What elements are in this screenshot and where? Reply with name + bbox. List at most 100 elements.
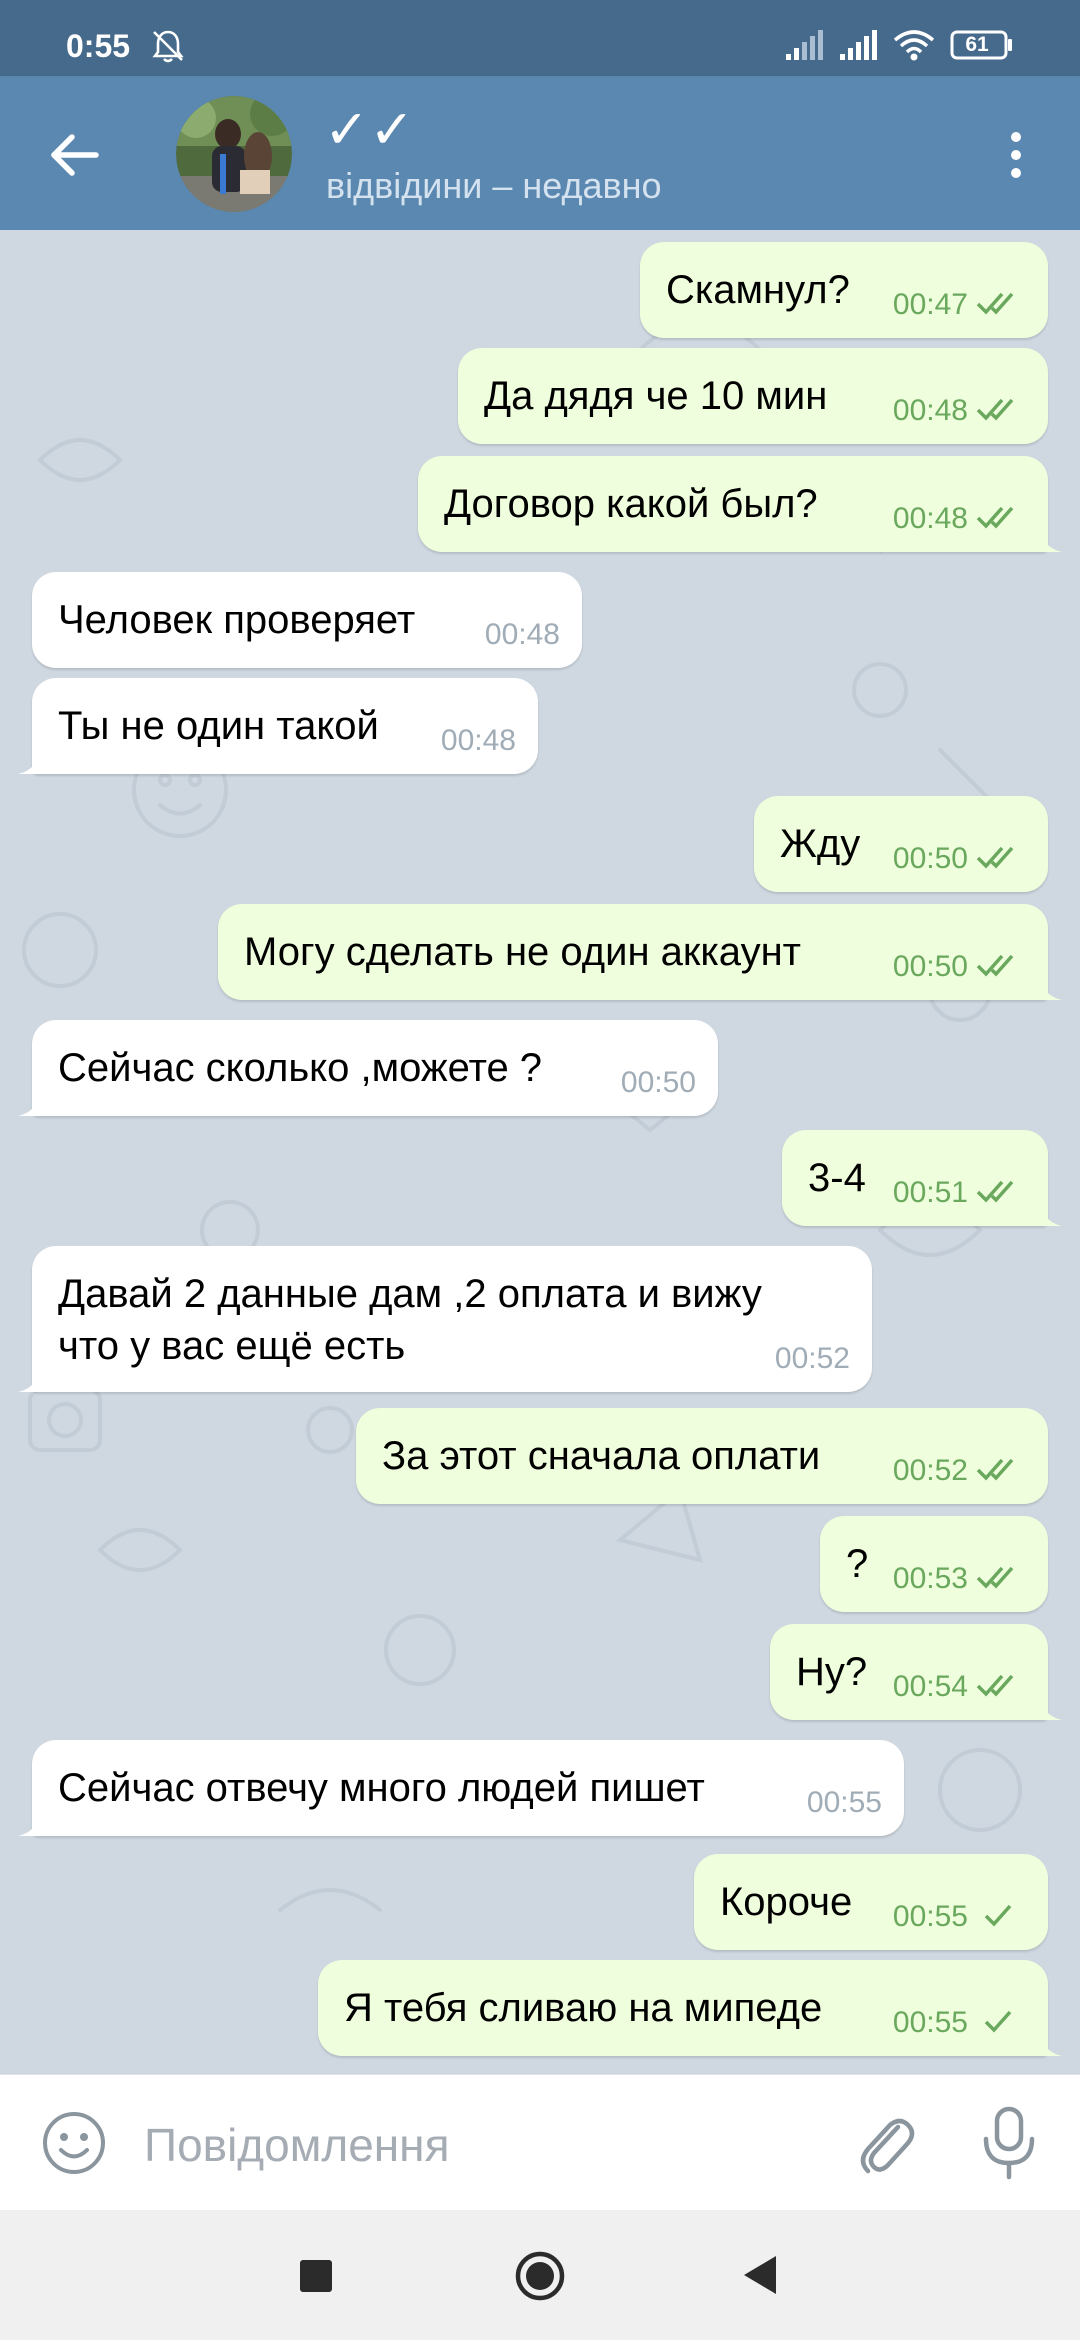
home-icon[interactable] xyxy=(514,2250,566,2302)
message-text-line-2: что у вас ещё есть xyxy=(58,1324,406,1368)
status-time: 0:55 xyxy=(66,28,131,64)
recents-icon[interactable] xyxy=(300,2260,332,2292)
message-time: 00:47 xyxy=(892,288,968,321)
double-check-icon xyxy=(976,398,1014,421)
message-meta: 00:55 xyxy=(893,1900,1026,1934)
back-arrow-icon[interactable] xyxy=(40,120,110,190)
message-time: 00:53 xyxy=(892,1562,968,1595)
double-check-icon xyxy=(976,292,1014,315)
bell-off-icon xyxy=(152,30,184,63)
message-text: Жду xyxy=(780,822,861,866)
message-time: 00:55 xyxy=(892,2006,968,2039)
bubble-tail xyxy=(18,1094,40,1116)
message-text: Сейчас сколько ,можете ? xyxy=(58,1046,543,1090)
message-time: 00:55 xyxy=(892,1900,968,1933)
battery-level: 61 xyxy=(965,33,989,56)
double-check-icon xyxy=(976,1180,1014,1203)
message-incoming[interactable]: Сейчас отвечу много людей пишет 00:55 xyxy=(18,1740,904,1836)
message-time: 00:50 xyxy=(892,842,968,875)
bubble-tail xyxy=(18,752,40,774)
message-time: 00:54 xyxy=(892,1670,968,1703)
message-incoming[interactable]: Человек проверяет 00:48 xyxy=(32,572,582,668)
message-input[interactable]: Повідомлення xyxy=(144,2119,450,2171)
message-text: Договор какой был? xyxy=(444,482,818,526)
mic-icon[interactable] xyxy=(978,2105,1040,2181)
message-outgoing[interactable]: Скамнул? 00:47 xyxy=(640,242,1048,338)
message-time: 00:48 xyxy=(892,502,968,535)
message-meta: 00:50 xyxy=(893,842,1026,876)
message-time: 00:50 xyxy=(620,1066,696,1099)
message-text: Могу сделать не один аккаунт xyxy=(244,930,801,974)
message-outgoing[interactable]: Короче 00:55 xyxy=(694,1854,1048,1950)
message-text: Человек проверяет xyxy=(58,598,416,642)
message-text: Короче xyxy=(720,1880,853,1924)
message-outgoing[interactable]: Могу сделать не один аккаунт 00:50 xyxy=(218,904,1062,1000)
message-meta: 00:54 xyxy=(893,1670,1026,1704)
message-time: 00:51 xyxy=(892,1176,968,1209)
message-text: За этот сначала оплати xyxy=(382,1434,821,1478)
message-meta: 00:53 xyxy=(893,1562,1026,1596)
double-check-icon xyxy=(976,954,1014,977)
message-outgoing[interactable]: Я тебя сливаю на мипеде 00:55 xyxy=(318,1960,1062,2056)
chat-header: ✓✓ відвідини – недавно xyxy=(0,76,1080,230)
message-meta: 00:50 xyxy=(893,950,1026,984)
message-meta: 00:55 xyxy=(893,2006,1026,2040)
single-check-icon xyxy=(984,1904,1012,1927)
message-list[interactable]: Скамнул? 00:47 Да дядя че 10 мин 00:48 Д… xyxy=(0,230,1080,2074)
message-time: 00:52 xyxy=(774,1342,850,1375)
status-bar: 0:55 61 xyxy=(0,0,1080,76)
message-incoming[interactable]: Сейчас сколько ,можете ? 00:50 xyxy=(18,1020,718,1116)
double-check-icon xyxy=(976,1674,1014,1697)
more-vert-icon[interactable] xyxy=(996,120,1036,190)
bubble-tail xyxy=(1040,2034,1062,2056)
message-text: ? xyxy=(846,1542,869,1586)
attach-icon[interactable] xyxy=(852,2109,916,2177)
message-text: Да дядя че 10 мин xyxy=(484,374,828,418)
chat-last-seen: відвідини – недавно xyxy=(326,165,662,206)
bubble-tail xyxy=(1040,1204,1062,1226)
double-check-icon xyxy=(976,1566,1014,1589)
telegram-chat-screen: 0:55 61 ✓✓ відвідини – недавно Скамнул? … xyxy=(0,0,1080,2340)
message-text: Давай 2 данные дам ,2 оплата и вижу xyxy=(58,1272,762,1316)
message-outgoing[interactable]: За этот сначала оплати 00:52 xyxy=(356,1408,1048,1504)
emoji-icon[interactable] xyxy=(40,2109,108,2177)
message-time: 00:55 xyxy=(806,1786,882,1819)
message-outgoing[interactable]: Жду 00:50 xyxy=(754,796,1048,892)
message-outgoing[interactable]: Да дядя че 10 мин 00:48 xyxy=(458,348,1048,444)
message-text: Ты не один такой xyxy=(58,704,379,748)
message-outgoing[interactable]: Ну? 00:54 xyxy=(770,1624,1062,1720)
message-time: 00:48 xyxy=(892,394,968,427)
message-outgoing[interactable]: ? 00:53 xyxy=(820,1516,1048,1612)
double-check-icon xyxy=(976,506,1014,529)
bubble-tail xyxy=(1040,978,1062,1000)
message-incoming[interactable]: Давай 2 данные дам ,2 оплата и вижу что … xyxy=(18,1246,872,1392)
message-meta: 00:48 xyxy=(893,502,1026,536)
single-check-icon xyxy=(984,2010,1012,2033)
bubble-tail xyxy=(18,1370,40,1392)
message-outgoing[interactable]: Договор какой был? 00:48 xyxy=(418,456,1062,552)
system-nav-bar xyxy=(0,2210,1080,2340)
wifi-icon xyxy=(893,30,935,61)
bubble-tail xyxy=(18,1814,40,1836)
message-time: 00:48 xyxy=(484,618,560,651)
message-incoming[interactable]: Ты не один такой 00:48 xyxy=(18,678,538,774)
message-text: Ну? xyxy=(796,1650,868,1694)
message-time: 00:50 xyxy=(892,950,968,983)
back-icon[interactable] xyxy=(742,2254,778,2296)
message-text: Скамнул? xyxy=(666,268,850,312)
message-input-bar: Повідомлення xyxy=(0,2074,1080,2211)
message-time: 00:52 xyxy=(892,1454,968,1487)
message-text: Я тебя сливаю на мипеде xyxy=(344,1986,823,2030)
bubble-tail xyxy=(1040,530,1062,552)
chat-title: ✓✓ xyxy=(324,98,415,161)
message-text: Сейчас отвечу много людей пишет xyxy=(58,1766,705,1810)
message-meta: 00:52 xyxy=(893,1454,1026,1488)
message-meta: 00:47 xyxy=(893,288,1026,322)
message-meta: 00:51 xyxy=(893,1176,1026,1210)
signal-icon xyxy=(840,30,877,60)
bubble-tail xyxy=(1040,1698,1062,1720)
message-time: 00:48 xyxy=(440,724,516,757)
message-outgoing[interactable]: 3-4 00:51 xyxy=(782,1130,1062,1226)
avatar[interactable] xyxy=(176,96,292,212)
double-check-icon xyxy=(976,1458,1014,1481)
